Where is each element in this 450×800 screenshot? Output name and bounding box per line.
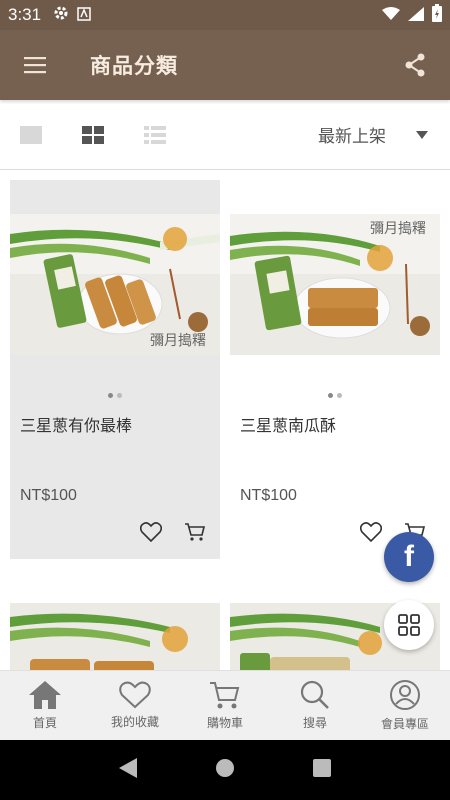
nav-label: 搜尋: [302, 716, 327, 730]
product-card[interactable]: 彌月搗糬 三星蔥有你最棒 NT$100: [10, 180, 220, 559]
dropdown-arrow-icon: [416, 130, 428, 139]
home-button[interactable]: [215, 758, 235, 782]
back-button[interactable]: [119, 758, 137, 782]
product-price: NT$100: [240, 487, 297, 504]
nav-label: 購物車: [206, 716, 243, 730]
menu-button[interactable]: [0, 30, 70, 100]
view-toolbar: 最新上架: [0, 100, 450, 170]
cart-icon: [210, 682, 240, 709]
share-icon: [405, 53, 425, 77]
brand-stamp: 彌月搗糬: [370, 221, 426, 237]
nav-cart[interactable]: 購物車: [180, 671, 270, 740]
product-image[interactable]: 彌月搗糬: [10, 214, 220, 355]
single-view-button[interactable]: [0, 100, 62, 170]
list-view-button[interactable]: [124, 100, 186, 170]
add-to-cart-button[interactable]: [184, 522, 206, 546]
nav-search[interactable]: 搜尋: [270, 671, 360, 740]
home-icon: [29, 681, 61, 709]
status-time: 3:31: [8, 5, 42, 24]
category-menu-button[interactable]: [384, 600, 434, 650]
favorite-button[interactable]: [139, 522, 163, 546]
favorite-button[interactable]: [359, 522, 383, 546]
cart-icon: [185, 523, 206, 541]
wifi-icon: [382, 6, 400, 25]
app-notification-icon: [77, 6, 91, 25]
facebook-icon: f: [404, 540, 414, 573]
pager-dot: [337, 393, 342, 398]
page-title: 商品分類: [90, 54, 178, 78]
sort-label: 最新上架: [318, 127, 386, 147]
heart-icon: [359, 522, 383, 543]
settings-status-icon: [53, 5, 69, 25]
share-button[interactable]: [380, 30, 450, 100]
single-view-icon: [20, 125, 42, 144]
heart-icon: [139, 522, 163, 543]
recents-icon: [313, 759, 331, 777]
nav-label: 首頁: [32, 716, 57, 730]
user-icon: [390, 680, 420, 710]
product-image[interactable]: 彌月搗糬: [230, 214, 440, 355]
heart-icon: [119, 681, 151, 709]
product-card[interactable]: 彌月搗糬 三星蔥南瓜酥 NT$100: [230, 180, 440, 559]
grid-view-button[interactable]: [62, 100, 124, 170]
app-bar: 商品分類: [0, 30, 450, 100]
nav-label: 我的收藏: [110, 715, 159, 729]
battery-icon: [432, 4, 442, 26]
recents-button[interactable]: [313, 759, 331, 781]
sort-dropdown[interactable]: 最新上架: [318, 122, 450, 147]
signal-icon: [408, 6, 424, 25]
image-pager: [10, 393, 220, 398]
list-view-icon: [144, 125, 166, 144]
nav-home[interactable]: 首頁: [0, 671, 90, 740]
nav-favorites[interactable]: 我的收藏: [90, 671, 180, 740]
brand-stamp: 彌月搗糬: [150, 333, 206, 349]
image-pager: [230, 393, 440, 398]
search-icon: [300, 680, 329, 709]
product-name[interactable]: 三星蔥有你最棒: [20, 412, 132, 436]
pager-dot: [108, 393, 113, 398]
pager-dot: [328, 393, 333, 398]
apps-grid-icon: [398, 614, 420, 636]
status-bar: 3:31: [0, 0, 450, 30]
pager-dot: [117, 393, 122, 398]
facebook-button[interactable]: f: [384, 532, 434, 582]
circle-home-icon: [216, 759, 234, 777]
grid-view-icon: [82, 125, 104, 144]
system-nav-bar: [0, 740, 450, 800]
bottom-nav: 首頁 我的收藏 購物車 搜尋 會員專區: [0, 670, 450, 740]
product-price: NT$100: [20, 487, 77, 504]
nav-member[interactable]: 會員專區: [360, 671, 450, 740]
product-name[interactable]: 三星蔥南瓜酥: [240, 412, 336, 436]
nav-label: 會員專區: [380, 717, 429, 731]
hamburger-icon: [24, 57, 46, 74]
back-icon: [119, 758, 137, 778]
